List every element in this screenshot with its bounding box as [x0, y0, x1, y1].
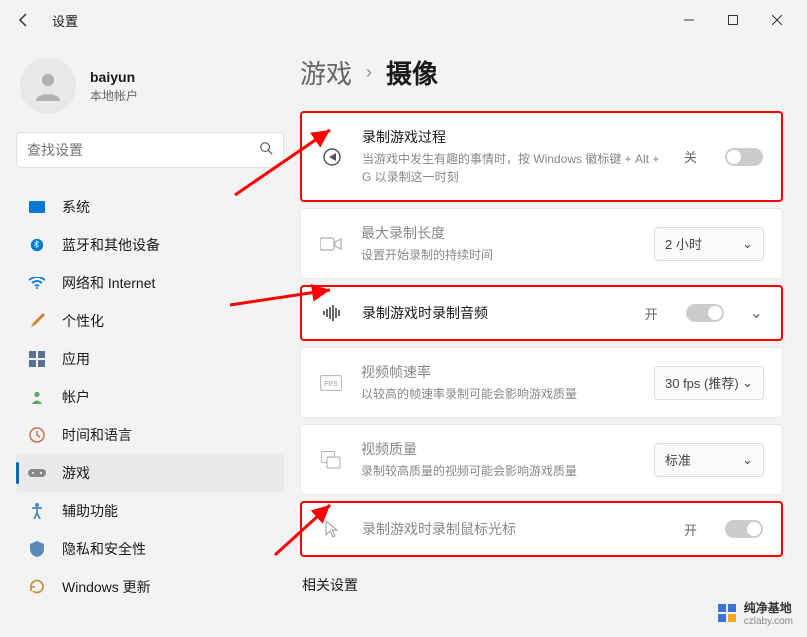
nav-bluetooth[interactable]: 蓝牙和其他设备	[16, 226, 284, 264]
nav-network[interactable]: 网络和 Internet	[16, 264, 284, 302]
video-icon	[319, 232, 343, 256]
chevron-down-icon: ⌄	[742, 236, 753, 252]
card-title: 视频质量	[361, 439, 636, 459]
wifi-icon	[28, 274, 46, 292]
nav-personalization[interactable]: 个性化	[16, 302, 284, 340]
breadcrumb: 游戏 › 摄像	[300, 54, 783, 91]
card-title: 最大录制长度	[361, 223, 636, 243]
related-settings-label: 相关设置	[302, 575, 783, 595]
card-cursor[interactable]: 录制游戏时录制鼠标光标 开	[300, 501, 783, 557]
chevron-down-icon: ⌄	[742, 452, 753, 468]
window-title: 设置	[52, 11, 78, 30]
brush-icon	[28, 312, 46, 330]
card-title: 录制游戏过程	[362, 127, 666, 147]
toggle-state: 关	[684, 147, 697, 166]
nav-privacy[interactable]: 隐私和安全性	[16, 530, 284, 568]
gamepad-icon	[28, 464, 46, 482]
toggle-record-process[interactable]	[725, 148, 763, 166]
close-icon	[772, 15, 782, 25]
sidebar: baiyun 本地帐户 系统 蓝牙和其他设备 网络和 Internet 个性化 …	[0, 40, 300, 637]
shield-icon	[28, 540, 46, 558]
card-record-audio[interactable]: 录制游戏时录制音频 开 ⌄	[300, 285, 783, 341]
titlebar: 设置	[0, 0, 807, 40]
chevron-down-icon[interactable]: ⌄	[750, 303, 763, 323]
card-title: 录制游戏时录制鼠标光标	[362, 519, 666, 539]
account-icon	[28, 388, 46, 406]
breadcrumb-sub: 摄像	[386, 54, 438, 91]
main-content: 游戏 › 摄像 录制游戏过程 当游戏中发生有趣的事情时，按 Windows 徽标…	[300, 40, 807, 637]
card-record-process[interactable]: 录制游戏过程 当游戏中发生有趣的事情时，按 Windows 徽标键 + Alt …	[300, 111, 783, 202]
quality-icon	[319, 448, 343, 472]
minimize-button[interactable]	[667, 5, 711, 35]
maximize-icon	[728, 15, 738, 25]
clock-icon	[28, 426, 46, 444]
watermark: 纯净基地 czlaby.com	[718, 599, 793, 627]
nav-gaming[interactable]: 游戏	[16, 454, 284, 492]
profile-sub: 本地帐户	[90, 87, 138, 104]
nav-system[interactable]: 系统	[16, 188, 284, 226]
minimize-icon	[684, 15, 694, 25]
dropdown-max-length[interactable]: 2 小时⌄	[654, 227, 764, 261]
watermark-url: czlaby.com	[744, 616, 793, 627]
back-arrow-icon	[16, 12, 32, 28]
dropdown-fps[interactable]: 30 fps (推荐)⌄	[654, 366, 764, 400]
search-input[interactable]	[27, 142, 259, 158]
card-title: 视频帧速率	[361, 362, 636, 382]
chevron-down-icon: ⌄	[742, 375, 753, 391]
update-icon	[28, 578, 46, 596]
accessibility-icon	[28, 502, 46, 520]
nav-accessibility[interactable]: 辅助功能	[16, 492, 284, 530]
card-desc: 以较高的帧速率录制可能会影响游戏质量	[361, 385, 636, 403]
bluetooth-icon	[28, 236, 46, 254]
back-button[interactable]	[8, 4, 40, 36]
watermark-name: 纯净基地	[744, 599, 793, 616]
chevron-right-icon: ›	[366, 62, 372, 83]
audio-wave-icon	[320, 301, 344, 325]
search-icon	[259, 141, 273, 160]
record-history-icon	[320, 145, 344, 169]
toggle-state: 开	[684, 520, 697, 539]
card-desc: 录制较高质量的视频可能会影响游戏质量	[361, 462, 636, 480]
apps-icon	[28, 350, 46, 368]
fps-icon: FPS	[319, 371, 343, 395]
card-desc: 设置开始录制的持续时间	[361, 246, 636, 264]
cursor-icon	[320, 517, 344, 541]
card-quality: 视频质量 录制较高质量的视频可能会影响游戏质量 标准⌄	[300, 424, 783, 495]
toggle-state: 开	[645, 304, 658, 323]
toggle-record-audio[interactable]	[686, 304, 724, 322]
nav-time[interactable]: 时间和语言	[16, 416, 284, 454]
profile[interactable]: baiyun 本地帐户	[20, 58, 284, 114]
close-button[interactable]	[755, 5, 799, 35]
nav-apps[interactable]: 应用	[16, 340, 284, 378]
toggle-cursor[interactable]	[725, 520, 763, 538]
nav-list: 系统 蓝牙和其他设备 网络和 Internet 个性化 应用 帐户 时间和语言 …	[16, 188, 284, 606]
card-fps: FPS 视频帧速率 以较高的帧速率录制可能会影响游戏质量 30 fps (推荐)…	[300, 347, 783, 418]
card-max-length: 最大录制长度 设置开始录制的持续时间 2 小时⌄	[300, 208, 783, 279]
card-desc: 当游戏中发生有趣的事情时，按 Windows 徽标键 + Alt + G 以录制…	[362, 150, 666, 186]
profile-name: baiyun	[90, 69, 138, 85]
nav-update[interactable]: Windows 更新	[16, 568, 284, 606]
nav-accounts[interactable]: 帐户	[16, 378, 284, 416]
card-title: 录制游戏时录制音频	[362, 303, 627, 323]
watermark-logo	[718, 604, 736, 622]
search-box[interactable]	[16, 132, 284, 168]
dropdown-quality[interactable]: 标准⌄	[654, 443, 764, 477]
maximize-button[interactable]	[711, 5, 755, 35]
svg-text:FPS: FPS	[324, 381, 338, 388]
user-icon	[30, 68, 66, 104]
avatar	[20, 58, 76, 114]
breadcrumb-main[interactable]: 游戏	[300, 54, 352, 91]
system-icon	[28, 198, 46, 216]
